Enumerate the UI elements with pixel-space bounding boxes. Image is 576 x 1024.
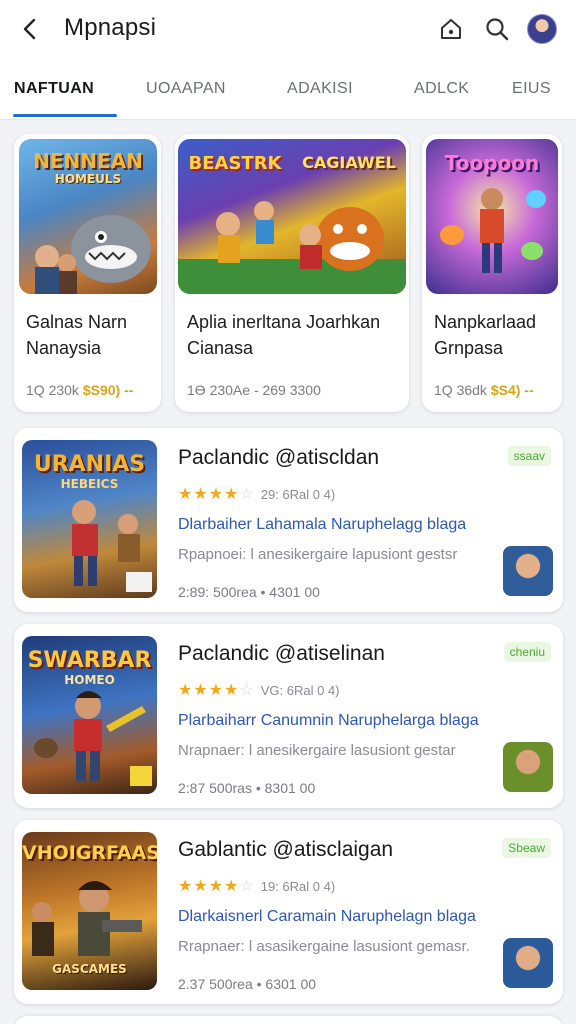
list-item[interactable]: VHOIGRFAAS GASCAMES Gablantic @atisclaig… xyxy=(14,820,563,1004)
tab-adakisi[interactable]: ADAKISI xyxy=(287,80,353,98)
status-badge: cheniu xyxy=(503,642,551,662)
star-rating: ★★★★☆ VG: 6Ral 0 4) xyxy=(178,682,340,699)
search-icon[interactable] xyxy=(480,12,514,46)
game-artwork: NENNEAN HOMEULS xyxy=(19,139,157,294)
developer-avatar[interactable] xyxy=(503,546,553,596)
featured-card[interactable]: Toopoon Nanpkarlaad Grnpasa 1Q 36dk $S4)… xyxy=(422,134,562,412)
next-list-item xyxy=(14,1016,563,1024)
developer-avatar[interactable] xyxy=(503,742,553,792)
game-name-line1: Aplia inerltana Joarhkan xyxy=(187,312,381,332)
game-stats: 2:89: 500rea • 4301 00 xyxy=(178,584,320,600)
tab-uoaapan[interactable]: UOAAPAN xyxy=(146,80,226,98)
tab-naftuan[interactable]: NAFTUAN xyxy=(14,80,94,98)
profile-avatar[interactable] xyxy=(527,14,557,44)
star-rating: ★★★★☆ 29: 6Ral 0 4) xyxy=(178,486,336,503)
game-downloads: 1Q 36dk xyxy=(434,382,487,398)
status-badge: Sbeaw xyxy=(502,838,551,858)
developer-link[interactable]: Dlarkaisnerl Caramain Naruphelagn blaga xyxy=(178,908,476,926)
game-name-line1: Galnas Narn xyxy=(26,312,128,332)
tab-eius[interactable]: EIUS xyxy=(512,80,551,98)
category-tabs: NAFTUAN UOAAPAN ADAKISI ADLCK EIUS xyxy=(0,58,576,120)
game-meta: 1Q 36dk $S4) -- xyxy=(434,382,534,398)
game-price: $S4) -- xyxy=(490,382,534,398)
game-price: $S90) -- xyxy=(82,382,134,398)
game-meta: 1Ɵ 230Ae - 269 3300 xyxy=(187,382,321,398)
top-app-bar: Mpnapsi xyxy=(0,0,576,58)
status-badge: ssaav xyxy=(507,446,551,466)
tab-adlck[interactable]: ADLCK xyxy=(414,80,469,98)
featured-card[interactable]: BEASTRK CAGIAWEL Aplia inerltana Joarhka… xyxy=(175,134,409,412)
developer-link[interactable]: Dlarbaiher Lahamala Naruphelagg blaga xyxy=(178,516,466,534)
list-item[interactable]: URANIAS HEBEICS Paclandic @atiscldan ★★★… xyxy=(14,428,563,612)
list-item[interactable]: SWARBAR HOMEO Paclandic @atiselinan ★★★★… xyxy=(14,624,563,808)
back-arrow-icon[interactable] xyxy=(14,12,48,46)
rating-meta: VG: 6Ral 0 4) xyxy=(260,683,340,698)
game-artwork: Toopoon xyxy=(426,139,558,294)
game-name-line2: Grnpasa xyxy=(434,338,504,358)
app-title: Mpnapsi xyxy=(64,14,157,41)
game-name-line2: Nanaysia xyxy=(26,338,102,358)
game-description: Rrapnaer: l asasikergaine lasusiont gema… xyxy=(178,938,470,955)
game-name: Nanpkarlaad Grnpasa xyxy=(434,309,536,361)
game-artwork: BEASTRK CAGIAWEL xyxy=(178,139,406,294)
game-name-line2: Cianasa xyxy=(187,338,254,358)
game-title[interactable]: Gablantic @atisclaigan xyxy=(178,838,393,862)
game-stats: 2.37 500rea • 6301 00 xyxy=(178,976,317,992)
developer-link[interactable]: Plarbaiharr Canumnin Naruphelarga blaga xyxy=(178,712,479,730)
game-name: Aplia inerltana Joarhkan Cianasa xyxy=(187,309,380,361)
active-tab-indicator xyxy=(13,114,117,117)
star-rating: ★★★★☆ 19: 6Ral 0 4) xyxy=(178,878,336,895)
rating-meta: 19: 6Ral 0 4) xyxy=(260,879,336,894)
game-title[interactable]: Paclandic @atiscldan xyxy=(178,446,379,470)
game-artwork: SWARBAR HOMEO xyxy=(22,636,157,794)
game-name: Galnas Narn Nanaysia xyxy=(26,309,127,361)
developer-avatar[interactable] xyxy=(503,938,553,988)
game-meta: 1Q 230k $S90) -- xyxy=(26,382,133,398)
featured-card[interactable]: NENNEAN HOMEULS Galnas Narn Nanaysia 1Q … xyxy=(14,134,161,412)
game-downloads: 1Q 230k xyxy=(26,382,79,398)
game-title[interactable]: Paclandic @atiselinan xyxy=(178,642,385,666)
game-description: Nrapnaer: l anesikergaire lasusiont gest… xyxy=(178,742,456,759)
game-stats: 2:87 500ras • 8301 00 xyxy=(178,780,316,796)
game-description: Rpapnoei: l anesikergaire lapusiont gest… xyxy=(178,546,458,563)
game-artwork: URANIAS HEBEICS xyxy=(22,440,157,598)
game-artwork: VHOIGRFAAS GASCAMES xyxy=(22,832,157,990)
home-icon[interactable] xyxy=(434,12,468,46)
game-name-line1: Nanpkarlaad xyxy=(434,312,537,332)
rating-meta: 29: 6Ral 0 4) xyxy=(260,487,336,502)
artwork-footer: GASCAMES xyxy=(52,962,127,976)
